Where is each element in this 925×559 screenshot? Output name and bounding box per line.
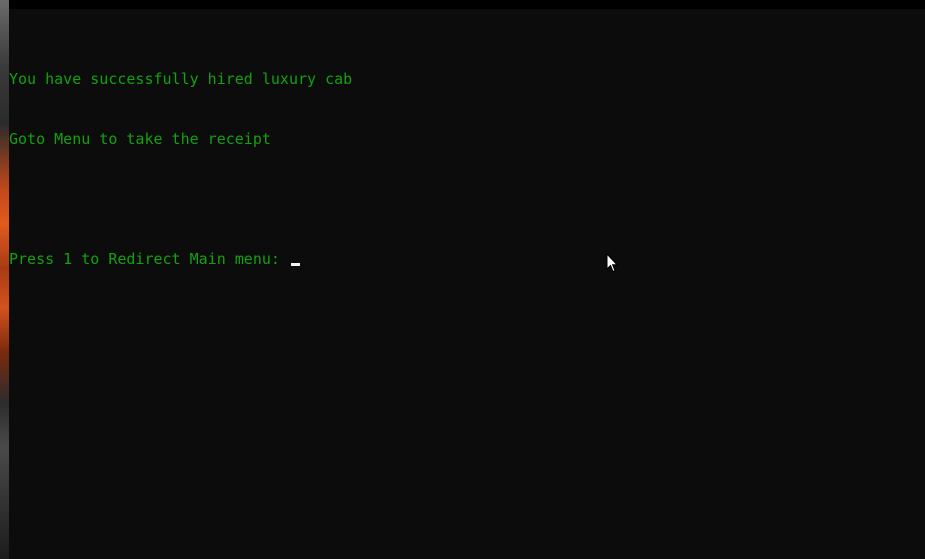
receipt-instruction: Goto Menu to take the receipt (9, 130, 271, 148)
console-window[interactable]: You have successfully hired luxury cab G… (9, 9, 925, 559)
mouse-pointer-icon (606, 253, 618, 273)
input-prompt-line[interactable]: Press 1 to Redirect Main menu: (9, 249, 352, 269)
desktop-wallpaper-edge (0, 0, 9, 559)
success-message: You have successfully hired luxury cab (9, 70, 353, 88)
console-output: You have successfully hired luxury cab G… (9, 29, 352, 309)
redirect-prompt: Press 1 to Redirect Main menu: (9, 250, 289, 268)
text-cursor-icon (290, 263, 300, 266)
window-title-bar[interactable] (9, 0, 925, 9)
